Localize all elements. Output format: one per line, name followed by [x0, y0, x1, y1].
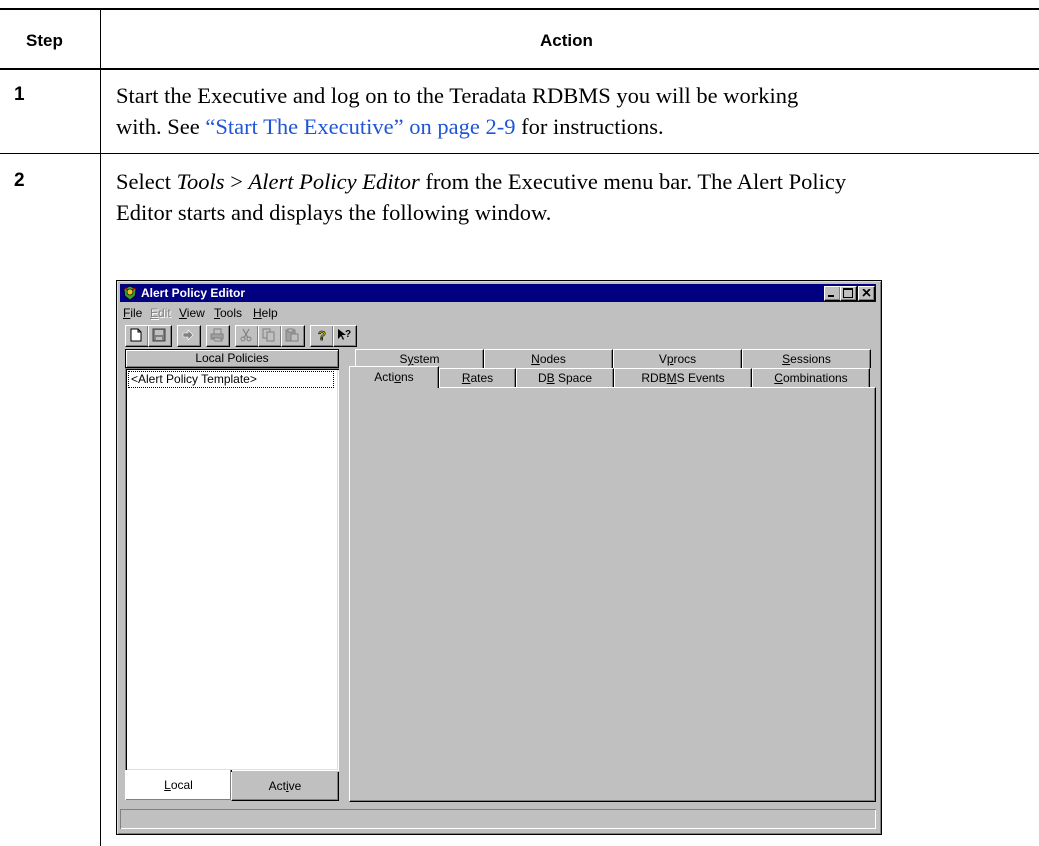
svg-text:?: ? [345, 329, 351, 340]
tab-local[interactable]: Local [125, 770, 232, 800]
step2-line2: Editor starts and displays the following… [116, 200, 552, 225]
menu-view[interactable]: View [179, 306, 205, 320]
tab-nodes[interactable]: Nodes [484, 349, 613, 368]
step1-text: Start the Executive and log on to the Te… [116, 80, 798, 142]
new-icon [130, 328, 142, 342]
context-help-button[interactable]: ? [333, 325, 357, 347]
table-top-rule [0, 8, 1039, 10]
alert-policy-editor-window: Alert Policy Editor File Edit View Tools… [116, 280, 882, 835]
menu-help[interactable]: Help [253, 306, 278, 320]
step2-line1: Select Tools > Alert Policy Editor from … [116, 166, 846, 197]
maximize-icon [843, 288, 853, 298]
tab-rates[interactable]: Rates [439, 368, 516, 387]
tab-db-space[interactable]: DB Space [516, 368, 614, 387]
list-item[interactable]: <Alert Policy Template> [128, 371, 334, 388]
paste-icon [285, 328, 299, 342]
actions-tab-panel [349, 387, 876, 802]
window-title: Alert Policy Editor [141, 286, 246, 300]
tab-actions[interactable]: Actions [349, 366, 439, 388]
arrow-button[interactable] [177, 325, 201, 347]
copy-button[interactable] [258, 325, 282, 347]
status-bar [120, 809, 876, 829]
step2-editor: Alert Policy Editor [248, 169, 420, 194]
title-bar[interactable]: Alert Policy Editor [120, 284, 876, 302]
step2-text: Select Tools > Alert Policy Editor from … [116, 166, 846, 228]
menu-tools[interactable]: Tools [214, 306, 242, 320]
svg-text:?: ? [318, 328, 326, 342]
header-action: Action [540, 31, 593, 50]
minimize-button[interactable] [824, 286, 841, 301]
tab-vprocs[interactable]: Vprocs [613, 349, 742, 368]
step-number-1: 1 [14, 84, 25, 105]
tab-rdbms-events[interactable]: RDBMS Events [614, 368, 752, 387]
step2-gt: > [224, 169, 249, 194]
print-icon [210, 328, 224, 342]
copy-icon [262, 328, 275, 342]
step-number-2: 2 [14, 170, 25, 191]
header-bottom-rule [0, 68, 1039, 70]
help-button[interactable]: ? [310, 325, 334, 347]
maximize-button[interactable] [840, 286, 857, 301]
arrow-icon [182, 329, 194, 341]
start-executive-link[interactable]: “Start The Executive” on page 2-9 [205, 114, 515, 139]
cut-button[interactable] [235, 325, 259, 347]
step1-line1: Start the Executive and log on to the Te… [116, 83, 799, 108]
column-divider [100, 8, 101, 846]
cut-icon [240, 328, 252, 342]
row1-bottom-rule [0, 153, 1039, 154]
save-button[interactable] [148, 325, 172, 347]
step1-line2-prefix: with. See [116, 114, 206, 139]
app-icon [123, 285, 137, 301]
step1-line2: with. See “Start The Executive” on page … [116, 111, 798, 142]
menu-file[interactable]: File [123, 306, 142, 320]
step1-line2-suffix: for instructions. [515, 114, 664, 139]
policy-list[interactable]: <Alert Policy Template> [125, 368, 339, 771]
local-policies-header: Local Policies [125, 349, 339, 368]
tab-active[interactable]: Active [231, 772, 339, 801]
minimize-icon [828, 295, 834, 297]
tab-sessions[interactable]: Sessions [742, 349, 871, 368]
print-button[interactable] [206, 325, 230, 347]
tab-combinations[interactable]: Combinations [752, 368, 870, 387]
close-icon [862, 289, 871, 297]
header-step: Step [26, 31, 63, 50]
close-button[interactable] [858, 286, 875, 301]
help-icon: ? [318, 328, 327, 342]
menu-edit[interactable]: Edit [150, 306, 171, 320]
menu-bar: File Edit View Tools Help [120, 303, 876, 321]
step2-select: Select [116, 169, 177, 194]
step2-rest: from the Executive menu bar. The Alert P… [419, 169, 847, 194]
step2-tools: Tools [176, 169, 225, 194]
save-icon [152, 328, 166, 342]
paste-button[interactable] [281, 325, 305, 347]
new-button[interactable] [125, 325, 149, 347]
context-help-icon: ? [338, 329, 351, 340]
